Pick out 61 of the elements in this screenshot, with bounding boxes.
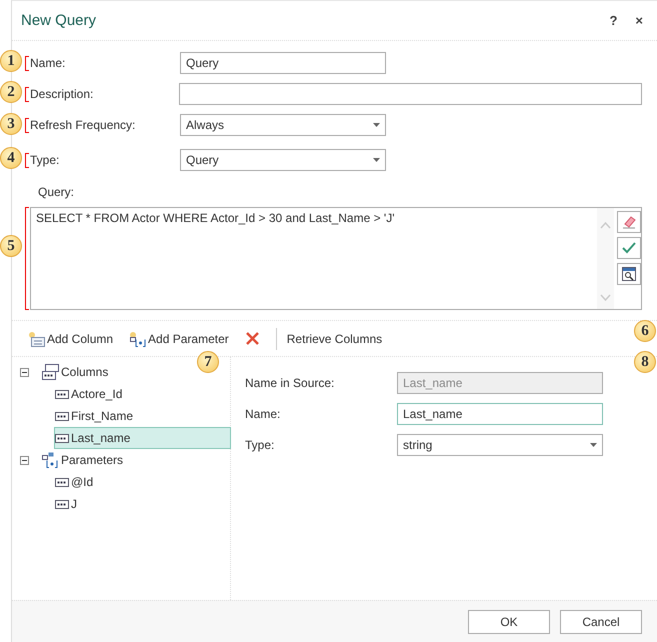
window-title: New Query — [21, 12, 98, 29]
property-label: Type: — [245, 438, 276, 452]
field-icon — [55, 478, 69, 486]
tree-item[interactable]: Parameters — [41, 449, 128, 471]
dropdown-field[interactable]: string — [397, 434, 603, 456]
delete-icon — [244, 331, 260, 346]
collapse-icon[interactable] — [20, 368, 29, 376]
field-icon — [55, 434, 69, 442]
cancel-button[interactable]: Cancel — [560, 610, 642, 634]
check-button[interactable] — [617, 237, 641, 259]
toolbar-button[interactable]: Add Parameter — [129, 328, 235, 350]
columns-icon — [42, 364, 59, 380]
property-label: Name: — [245, 407, 282, 421]
collapse-icon[interactable] — [20, 456, 29, 464]
field-icon — [55, 390, 69, 398]
input-field[interactable]: Last_name — [397, 403, 603, 425]
tree-item[interactable]: Last_name — [54, 427, 232, 449]
dropdown-caret-icon[interactable] — [590, 443, 597, 447]
bracket-mark — [25, 118, 29, 132]
callout-badge: 4 — [0, 147, 22, 169]
field-label: Query: — [38, 185, 76, 199]
tree-item[interactable]: J — [54, 493, 82, 515]
callout-badge: 2 — [0, 81, 22, 103]
ok-button[interactable]: OK — [468, 610, 550, 634]
dropdown-field[interactable]: Query — [180, 149, 386, 171]
dropdown-caret-icon[interactable] — [373, 123, 380, 127]
eraser-icon — [622, 215, 636, 229]
field-label: Refresh Frequency: — [30, 118, 136, 132]
add-parameter-icon — [129, 330, 146, 346]
close-button[interactable]: × — [633, 13, 645, 28]
dropdown-field[interactable]: Always — [180, 114, 386, 136]
bracket-mark — [25, 152, 29, 168]
property-label: Name in Source: — [245, 376, 336, 390]
field-icon — [55, 500, 69, 508]
parameter-icon — [42, 452, 59, 468]
check-icon — [622, 241, 636, 255]
field-label: Type: — [30, 153, 60, 167]
toolbar-button[interactable]: Retrieve Columns — [286, 328, 388, 348]
preview-icon — [622, 267, 636, 281]
help-button[interactable]: ? — [607, 13, 620, 28]
field-label: Name: — [30, 56, 66, 70]
field-label: Description: — [30, 87, 94, 101]
query-text: SELECT * FROM Actor WHERE Actor_Id > 30 and Last_Name > 'J' — [35, 210, 396, 227]
field-icon — [55, 412, 69, 420]
preview-button[interactable] — [617, 263, 641, 285]
add-column-icon — [28, 330, 45, 346]
tree-item[interactable]: Actore_Id — [54, 383, 128, 405]
callout-badge: 3 — [0, 113, 22, 135]
bracket-mark — [25, 86, 29, 102]
dropdown-caret-icon[interactable] — [373, 158, 380, 162]
query-editor[interactable]: SELECT * FROM Actor WHERE Actor_Id > 30 and Last_Name > 'J' — [30, 207, 642, 310]
bracket-mark — [25, 56, 29, 70]
toolbar-button[interactable]: Add Column — [28, 328, 120, 350]
callout-badge: 5 — [0, 235, 22, 257]
tree-item[interactable]: @Id — [54, 471, 98, 493]
tree-item[interactable]: First_Name — [54, 405, 138, 427]
callout-badge: 1 — [0, 50, 22, 72]
eraser-button[interactable] — [617, 211, 641, 233]
input-field[interactable]: Query — [180, 52, 386, 74]
tree-item[interactable]: Columns — [41, 361, 114, 383]
input-field[interactable] — [179, 83, 642, 105]
